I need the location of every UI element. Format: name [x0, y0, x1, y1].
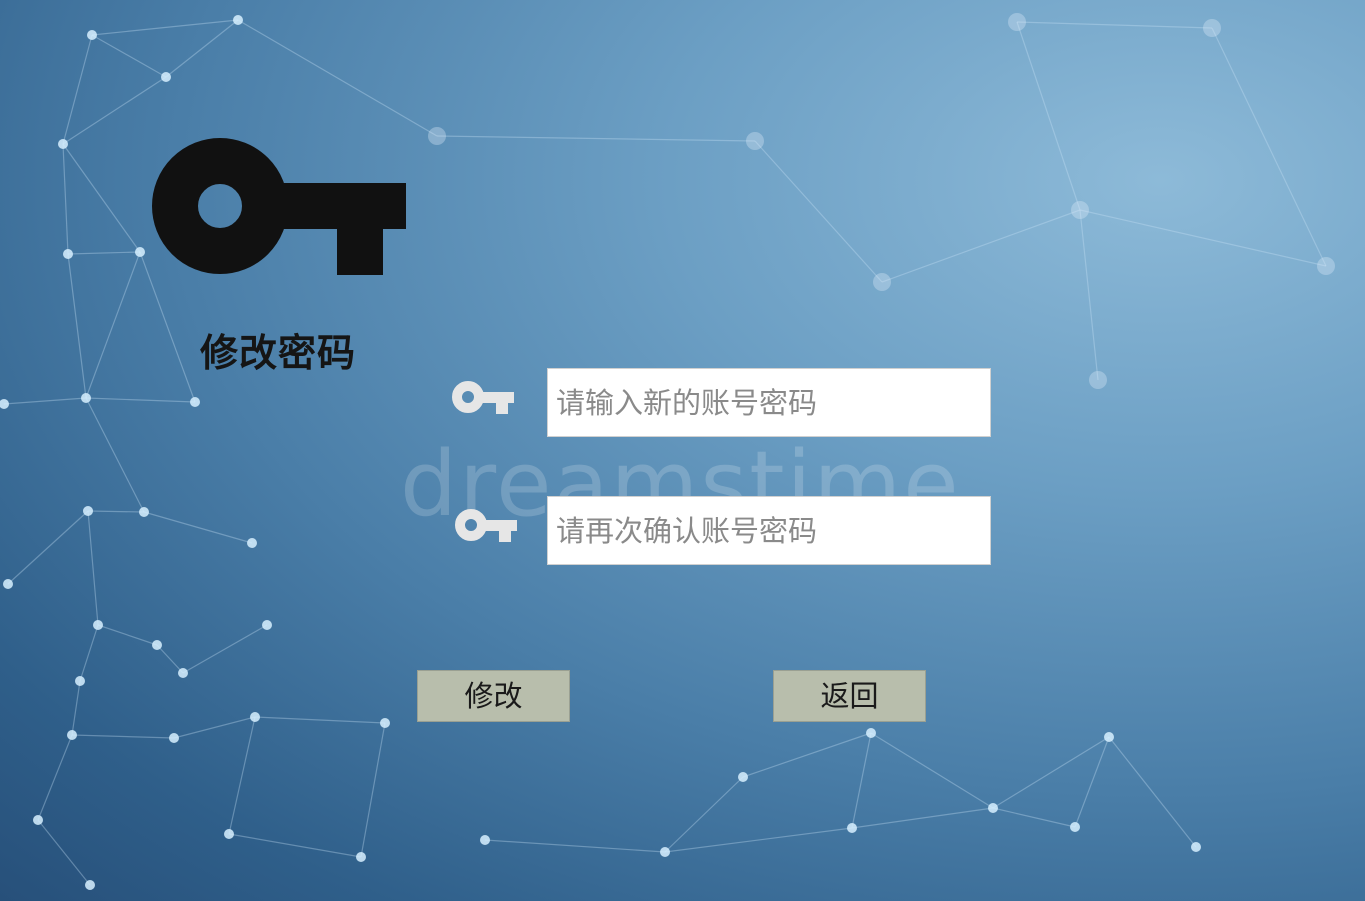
confirm-password-field[interactable]	[547, 496, 991, 565]
key-icon	[455, 509, 517, 542]
modify-button[interactable]: 修改	[417, 670, 570, 722]
back-button[interactable]: 返回	[773, 670, 926, 722]
key-icon	[152, 138, 406, 275]
key-icon	[452, 381, 514, 414]
page-title: 修改密码	[200, 331, 357, 375]
new-password-field[interactable]	[547, 368, 991, 437]
